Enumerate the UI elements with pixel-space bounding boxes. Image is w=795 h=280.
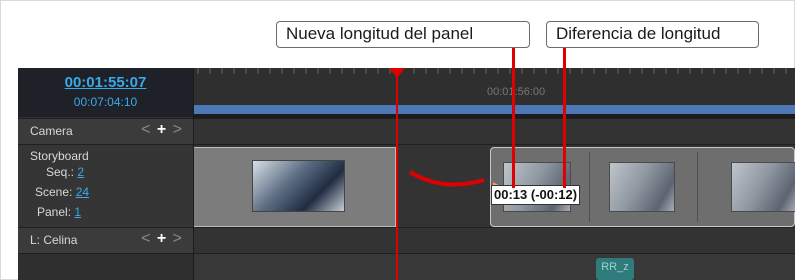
layer-track-label: L: Celina — [30, 233, 78, 247]
playhead-marker-icon[interactable] — [389, 68, 405, 78]
panel-thumbnail — [609, 162, 675, 212]
timecode-display: 00:01:55:07 00:07:04:10 — [18, 68, 193, 117]
lower-track-area[interactable] — [194, 254, 795, 280]
storyboard-title: Storyboard — [30, 149, 89, 163]
callout-pointer-line — [563, 48, 566, 188]
panel-link[interactable]: 1 — [74, 205, 81, 219]
seq-row: Seq.: 2 — [46, 165, 84, 179]
chevron-right-icon[interactable]: > — [173, 121, 183, 138]
seq-link[interactable]: 2 — [77, 165, 84, 179]
layer-track-header[interactable]: L: Celina < + > — [18, 227, 193, 254]
panel-divider — [697, 152, 698, 222]
storyboard-panel[interactable] — [194, 147, 396, 227]
callout-pointer-line — [512, 48, 515, 188]
timeline-view: 00:01:55:07 00:07:04:10 Camera < + > Sto… — [18, 68, 795, 280]
panel-thumbnail — [252, 160, 345, 212]
ruler-time-label: 00:01:56:00 — [487, 86, 546, 98]
arrow-icon — [408, 170, 485, 187]
chevron-left-icon[interactable]: < — [141, 230, 151, 247]
track-header-column: 00:01:55:07 00:07:04:10 Camera < + > Sto… — [18, 68, 194, 280]
add-icon[interactable]: + — [157, 230, 167, 247]
callout-new-panel-length: Nueva longitud del panel — [276, 21, 530, 48]
scene-link[interactable]: 24 — [76, 185, 89, 199]
storyboard-track-header: Storyboard Seq.: 2 Scene: 24 Panel: 1 — [18, 145, 193, 227]
camera-track[interactable] — [194, 118, 795, 145]
camera-track-controls: < + > — [141, 121, 183, 139]
ruler-ticks — [197, 68, 787, 74]
camera-track-label: Camera — [30, 124, 73, 138]
playhead-line[interactable] — [396, 71, 398, 280]
layer-track-controls: < + > — [141, 230, 183, 248]
scene-row: Scene: 24 — [35, 185, 89, 199]
chevron-right-icon[interactable]: > — [173, 230, 183, 247]
camera-track-header[interactable]: Camera < + > — [18, 118, 193, 145]
add-icon[interactable]: + — [157, 121, 167, 138]
panel-thumbnail — [731, 162, 795, 212]
panel-divider — [589, 152, 590, 222]
time-ruler[interactable]: 00:01:56:00 — [194, 68, 795, 105]
seq-label: Seq.: — [46, 165, 75, 179]
scene-label: Scene: — [35, 185, 73, 199]
ruler-range-band — [194, 105, 795, 114]
callout-length-difference: Diferencia de longitud — [546, 21, 759, 48]
total-timecode: 00:07:04:10 — [73, 95, 138, 109]
current-timecode[interactable]: 00:01:55:07 — [18, 74, 193, 91]
chevron-left-icon[interactable]: < — [141, 121, 151, 138]
panel-row: Panel: 1 — [37, 205, 81, 219]
panel-label: Panel: — [37, 205, 72, 219]
layer-track[interactable] — [194, 227, 795, 254]
length-tooltip: 00:13 (-00:12) — [491, 185, 581, 205]
layer-clip[interactable]: RR_z — [596, 258, 634, 280]
